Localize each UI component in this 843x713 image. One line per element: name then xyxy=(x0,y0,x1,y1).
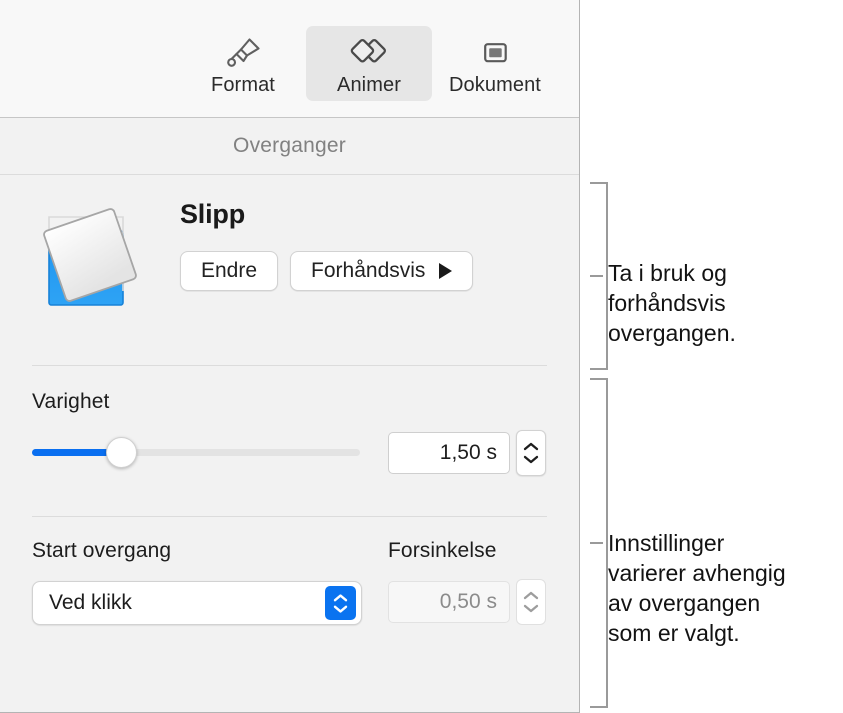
duration-slider-knob[interactable] xyxy=(106,437,138,468)
inspector-panel: Format Animer Dokument Overganger Slipp … xyxy=(0,0,580,713)
tab-animer[interactable]: Animer xyxy=(306,26,432,101)
start-transition-selected-value: Ved klikk xyxy=(49,591,132,614)
tab-format[interactable]: Format xyxy=(180,26,306,101)
preview-transition-button[interactable]: Forhåndsvis xyxy=(290,251,474,291)
inspector-tab-bar: Format Animer Dokument xyxy=(0,0,579,118)
transition-name: Slipp xyxy=(180,199,245,229)
preview-button-label: Forhåndsvis xyxy=(311,259,426,282)
stepper-up-icon xyxy=(523,591,539,600)
start-transition-popup[interactable]: Ved klikk xyxy=(32,581,362,625)
duration-section: Varighet 1,50 s xyxy=(0,366,579,516)
duration-value-input[interactable]: 1,50 s xyxy=(388,432,510,474)
tab-dokument-label: Dokument xyxy=(449,74,541,96)
tab-format-label: Format xyxy=(211,74,275,96)
stepper-up-icon xyxy=(523,442,539,451)
delay-stepper[interactable] xyxy=(516,579,546,625)
delay-label: Forsinkelse xyxy=(388,539,497,562)
transition-diamonds-icon xyxy=(306,34,432,74)
document-slide-icon xyxy=(432,34,558,74)
change-button-label: Endre xyxy=(201,259,258,282)
delay-value-input[interactable]: 0,50 s xyxy=(388,581,510,623)
paintbrush-icon xyxy=(180,34,306,74)
screenshot-root: Format Animer Dokument Overganger Slipp … xyxy=(0,0,843,713)
stepper-down-icon xyxy=(523,455,539,464)
duration-stepper[interactable] xyxy=(516,430,546,476)
callout-text-apply-preview: Ta i bruk og forhåndsvis overgangen. xyxy=(608,260,736,346)
start-transition-label: Start overgang xyxy=(32,539,172,562)
tab-animer-label: Animer xyxy=(337,74,401,96)
section-title: Overganger xyxy=(233,134,346,157)
flip-transition-thumbnail[interactable] xyxy=(35,203,151,319)
transition-row: Slipp Endre Forhåndsvis xyxy=(0,175,579,365)
start-transition-section: Start overgang Forsinkelse Ved klikk 0,5… xyxy=(0,517,579,669)
delay-value-text: 0,50 s xyxy=(439,590,497,613)
delay-value-group: 0,50 s xyxy=(388,579,546,625)
transition-title-area: Slipp xyxy=(180,199,245,230)
callout-tick-settings-vary xyxy=(590,542,603,544)
duration-value-group: 1,50 s xyxy=(388,430,546,476)
stepper-down-icon xyxy=(523,604,539,613)
popup-updown-chevrons-icon xyxy=(325,586,356,620)
duration-label: Varighet xyxy=(32,390,110,413)
callout-text-settings-vary: Innstillinger varierer avhengig av overg… xyxy=(608,530,786,646)
callout-tick-apply-preview xyxy=(590,275,603,277)
tab-dokument[interactable]: Dokument xyxy=(432,26,558,101)
duration-value-text: 1,50 s xyxy=(439,441,497,464)
change-transition-button[interactable]: Endre xyxy=(180,251,279,291)
transition-buttons: Endre Forhåndsvis xyxy=(180,251,474,291)
section-header-overganger: Overganger xyxy=(0,118,579,175)
duration-slider-fill xyxy=(32,449,114,456)
duration-slider[interactable] xyxy=(32,437,360,468)
play-triangle-icon xyxy=(439,263,453,279)
